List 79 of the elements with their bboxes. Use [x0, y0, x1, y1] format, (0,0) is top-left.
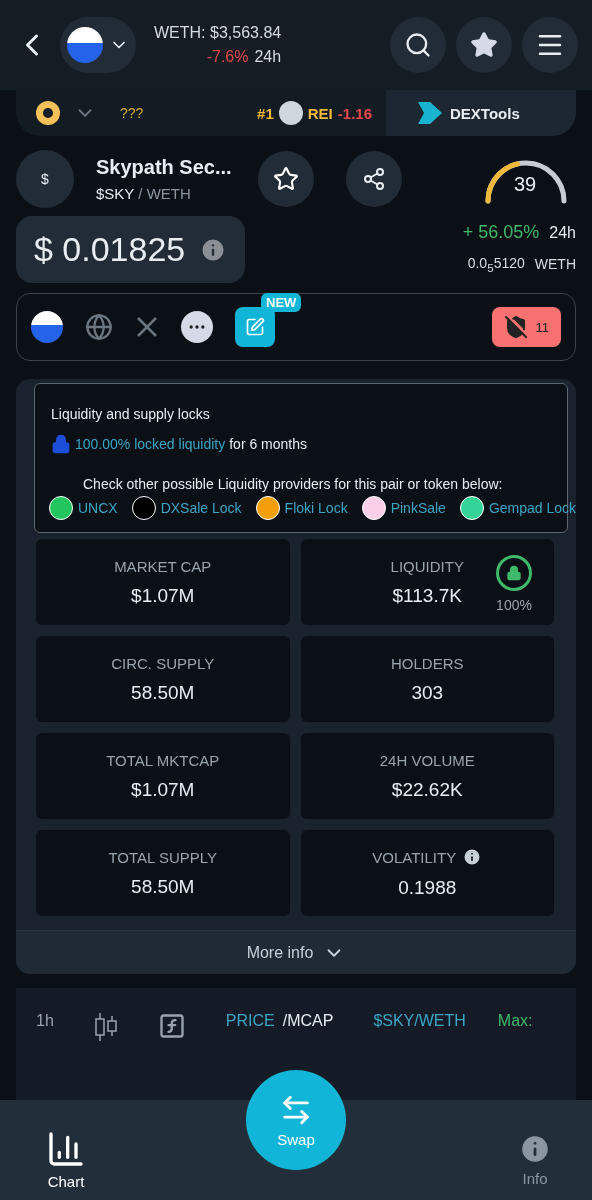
ticker-rank: #1 — [257, 104, 274, 122]
provider-link[interactable]: UNCX — [78, 500, 118, 516]
score-value: 39 — [514, 173, 537, 196]
favorite-button[interactable] — [258, 151, 314, 207]
x-icon[interactable] — [135, 315, 159, 339]
shield-off-icon — [503, 315, 528, 339]
stat-value: 0.1988 — [398, 877, 457, 899]
more-icon[interactable] — [181, 311, 213, 343]
chain-selector[interactable] — [60, 17, 136, 73]
weth-price: WETH: $3,563.84 — [154, 24, 282, 42]
stat-value: 303 — [411, 681, 444, 704]
provider-link[interactable]: Floki Lock — [284, 500, 348, 516]
dextools-logo-icon — [416, 100, 444, 126]
star-icon — [273, 166, 299, 192]
ticker-label: ??? — [120, 105, 144, 121]
stat-label: LIQUIDITY — [390, 557, 464, 575]
period-label: 24h — [549, 223, 576, 242]
search-button[interactable] — [390, 17, 446, 73]
website-logo-icon[interactable] — [31, 311, 63, 343]
provider-link[interactable]: PinkSale — [390, 500, 446, 516]
lock-icon — [496, 555, 532, 591]
stat-label: HOLDERS — [391, 654, 464, 672]
stat-value: $113.7K — [392, 584, 462, 607]
providers-hint: Check other possible Liquidity providers for this pair or token below: — [83, 476, 503, 492]
price-change: + 56.05% — [462, 222, 540, 243]
token-name: Skypath Sec... — [96, 156, 232, 179]
provider-link[interactable]: DXSale Lock — [160, 500, 242, 516]
chart-tab[interactable]: Chart — [46, 1128, 86, 1190]
lock-icon — [51, 434, 71, 454]
favorites-button[interactable] — [456, 17, 512, 73]
candlestick-icon[interactable] — [93, 1012, 118, 1042]
stat-label: TOTAL SUPPLY — [108, 848, 218, 866]
stat-value: 58.50M — [131, 681, 195, 704]
locks-title: Liquidity and supply locks — [51, 406, 211, 422]
stat-value: $22.62K — [391, 778, 463, 801]
share-button[interactable] — [346, 151, 402, 207]
brand-name: DEXTools — [450, 104, 520, 122]
weth-change: -7.6% — [206, 48, 249, 66]
audit-button[interactable]: 11 — [491, 307, 561, 347]
quote-symbol: / WETH — [138, 185, 191, 202]
indicators-icon[interactable] — [157, 1012, 186, 1040]
stat-label: MARKET CAP — [114, 557, 212, 575]
info-tab[interactable]: Info — [518, 1131, 552, 1187]
interval-button[interactable]: 1h — [36, 1012, 54, 1030]
token-icon: $ — [16, 150, 74, 208]
stat-label: CIRC. SUPPLY — [111, 654, 215, 672]
locked-percent: 100% — [496, 597, 532, 613]
chain-icon — [67, 27, 103, 63]
stat-label: TOTAL MKTCAP — [106, 751, 220, 769]
native-price: 0.0$_{5}$5120 — [467, 255, 525, 274]
edit-icon — [245, 317, 265, 337]
provider-link[interactable]: Gempad Lock — [488, 500, 577, 516]
mcap-toggle[interactable]: /MCAP — [282, 1012, 334, 1030]
stat-label: VOLATILITY — [372, 848, 457, 866]
max-label: Max: — [497, 1012, 533, 1030]
globe-icon[interactable] — [85, 313, 113, 341]
lock-duration: for 6 months — [229, 436, 308, 452]
ticker-symbol: REI — [307, 104, 333, 122]
locked-liquidity-link[interactable]: 100.00% locked liquidity — [75, 436, 226, 452]
token-avatar — [278, 101, 303, 125]
search-icon — [404, 31, 432, 59]
stat-value: $1.07M — [131, 584, 195, 607]
ticker-change: -1.16 — [337, 104, 372, 122]
menu-button[interactable] — [522, 17, 578, 73]
share-icon — [362, 167, 386, 191]
stat-value: $1.07M — [131, 778, 195, 801]
native-unit: WETH — [534, 256, 576, 273]
new-badge: NEW — [261, 293, 302, 312]
token-symbol: $SKY — [96, 185, 135, 202]
star-icon — [470, 31, 498, 59]
token-price: $ 0.01825 — [34, 230, 186, 269]
stat-value: 58.50M — [131, 875, 195, 898]
more-info-button[interactable]: More info — [16, 930, 576, 974]
stat-label: 24H VOLUME — [379, 751, 475, 769]
edit-button[interactable] — [235, 307, 275, 347]
period-label: 24h — [254, 48, 282, 66]
price-toggle[interactable]: PRICE — [225, 1012, 275, 1030]
info-icon[interactable] — [462, 847, 483, 867]
pair-toggle[interactable]: $SKY/WETH — [373, 1012, 466, 1030]
